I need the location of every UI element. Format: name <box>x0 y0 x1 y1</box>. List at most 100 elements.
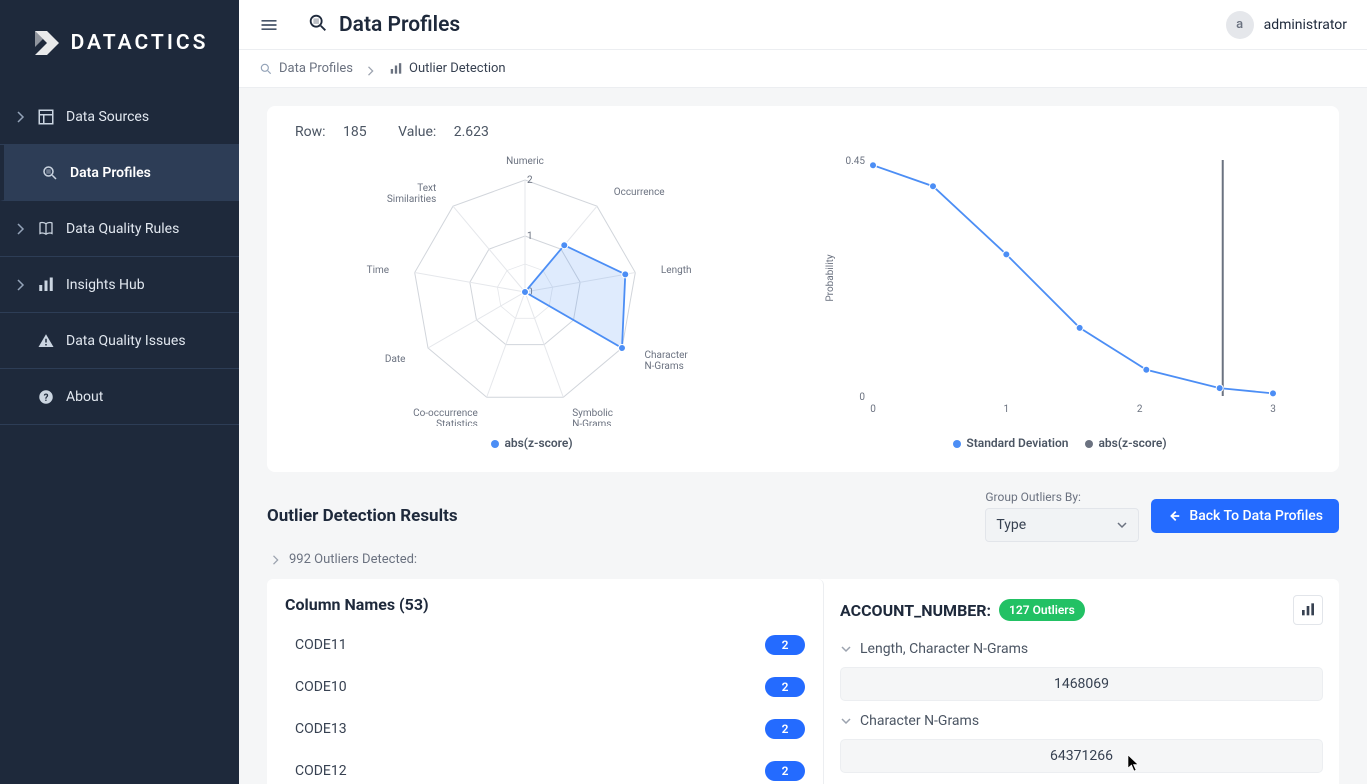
svg-text:N-Grams: N-Grams <box>645 361 684 372</box>
radar-chart: NumericOccurrenceLengthCharacterN-GramsS… <box>295 146 755 426</box>
svg-text:1: 1 <box>1004 404 1010 415</box>
detail-group-name: Length, Character N-Grams <box>860 641 1028 657</box>
brand-text: DATACTICS <box>71 31 209 55</box>
chevron-right-icon <box>14 111 28 123</box>
avatar[interactable]: a <box>1226 11 1254 39</box>
arrow-left-icon <box>1167 509 1181 523</box>
detail-group-toggle[interactable]: Length, Character N-Grams <box>840 641 1323 657</box>
column-name: CODE12 <box>295 763 347 779</box>
column-count-badge: 2 <box>765 635 805 655</box>
svg-text:Symbolic: Symbolic <box>572 408 613 419</box>
column-count-badge: 2 <box>765 677 805 697</box>
question-icon: ? <box>32 388 60 406</box>
topbar: Data Profiles a administrator <box>239 0 1367 50</box>
column-row[interactable]: CODE11 2 <box>267 624 823 666</box>
chevron-right-icon <box>271 555 281 565</box>
svg-text:Statistics: Statistics <box>436 419 478 426</box>
chevron-right-icon <box>367 65 375 73</box>
sidebar-item-label: Data Profiles <box>70 165 151 181</box>
column-names-title: Column Names (53) <box>267 595 823 624</box>
line-legend: Standard Deviation abs(z-score) <box>795 436 1311 450</box>
back-to-profiles-button[interactable]: Back To Data Profiles <box>1151 499 1339 533</box>
svg-text:Time: Time <box>367 265 389 276</box>
column-row[interactable]: CODE10 2 <box>267 666 823 708</box>
svg-text:Similarities: Similarities <box>387 194 436 205</box>
column-names-panel: Column Names (53) CODE112CODE102CODE132C… <box>267 579 824 784</box>
bars-icon <box>1300 602 1316 618</box>
breadcrumb-root[interactable]: Data Profiles <box>279 61 353 76</box>
results-title: Outlier Detection Results <box>267 506 458 526</box>
outlier-value[interactable]: 1468069 <box>840 667 1323 701</box>
bars-icon <box>32 276 60 294</box>
column-name: CODE13 <box>295 721 347 737</box>
svg-text:2: 2 <box>527 175 533 186</box>
group-by-label: Group Outliers By: <box>985 490 1139 504</box>
svg-text:0.45: 0.45 <box>846 156 866 167</box>
book-icon <box>32 220 60 238</box>
outliers-detected-toggle[interactable]: 992 Outliers Detected: <box>267 552 1339 567</box>
magnify-data-icon <box>36 164 64 182</box>
detail-column-title: ACCOUNT_NUMBER: <box>840 601 991 620</box>
svg-text:Co-occurrence: Co-occurrence <box>413 408 478 419</box>
sidebar-item-data-profiles[interactable]: Data Profiles <box>0 145 239 201</box>
page-title: Data Profiles <box>339 13 460 37</box>
logo: DATACTICS <box>0 0 239 85</box>
svg-text:1: 1 <box>527 231 533 242</box>
chevron-right-icon <box>14 223 28 235</box>
svg-text:Probability: Probability <box>825 254 836 302</box>
column-count-badge: 2 <box>765 719 805 739</box>
sidebar-item-label: Data Quality Rules <box>66 221 179 237</box>
chevron-down-icon <box>1116 519 1128 531</box>
sidebar-item-data-quality-issues[interactable]: Data Quality Issues <box>0 313 239 369</box>
chevron-down-icon <box>840 643 852 655</box>
sidebar-item-label: Data Quality Issues <box>66 333 186 349</box>
svg-text:0: 0 <box>870 404 876 415</box>
group-by-select[interactable]: Type <box>985 508 1139 542</box>
sidebar-item-data-quality-rules[interactable]: Data Quality Rules <box>0 201 239 257</box>
cursor-icon <box>1127 754 1141 772</box>
column-name: CODE11 <box>295 637 347 653</box>
sidebar: DATACTICS Data SourcesData ProfilesData … <box>0 0 239 784</box>
detail-chart-button[interactable] <box>1293 595 1323 625</box>
sidebar-item-data-sources[interactable]: Data Sources <box>0 89 239 145</box>
svg-text:Text: Text <box>417 183 436 194</box>
sidebar-nav: Data Sources Data Profiles Data Quality Ru… <box>0 85 239 784</box>
chevron-down-icon <box>840 715 852 727</box>
chart-icon <box>389 62 403 76</box>
outlier-count-badge: 127 Outliers <box>999 599 1085 621</box>
outlier-value[interactable]: 64371266 <box>840 739 1323 773</box>
layout-icon <box>32 108 60 126</box>
svg-text:?: ? <box>44 392 49 403</box>
svg-text:0: 0 <box>859 392 865 403</box>
warning-icon <box>32 332 60 350</box>
svg-text:Character: Character <box>645 350 689 361</box>
column-name: CODE10 <box>295 679 347 695</box>
chevron-right-icon <box>14 279 28 291</box>
radar-legend: abs(z-score) <box>295 436 755 450</box>
username: administrator <box>1264 17 1347 33</box>
detail-group-name: Character N-Grams <box>860 713 979 729</box>
column-row[interactable]: CODE13 2 <box>267 708 823 750</box>
menu-toggle-button[interactable] <box>259 15 279 35</box>
svg-text:N-Grams: N-Grams <box>572 419 611 426</box>
svg-text:Date: Date <box>385 354 406 365</box>
column-count-badge: 2 <box>765 761 805 781</box>
line-chart: Probability 0 0.45 0 1 2 3 <box>795 146 1311 426</box>
svg-text:Occurrence: Occurrence <box>614 187 665 198</box>
sidebar-item-label: Insights Hub <box>66 277 145 293</box>
detail-group-toggle[interactable]: Character N-Grams <box>840 713 1323 729</box>
breadcrumb-icon <box>259 62 273 76</box>
sidebar-item-insights-hub[interactable]: Insights Hub <box>0 257 239 313</box>
sidebar-item-about[interactable]: ? About <box>0 369 239 425</box>
row-value-readout: Row: 185 Value: 2.623 <box>295 124 1311 140</box>
column-row[interactable]: CODE12 2 <box>267 750 823 784</box>
svg-text:3: 3 <box>1270 404 1276 415</box>
svg-text:Numeric: Numeric <box>506 156 544 167</box>
sidebar-item-label: About <box>66 389 103 405</box>
breadcrumb-current: Outlier Detection <box>409 61 506 76</box>
page-icon <box>307 12 329 38</box>
svg-text:Length: Length <box>661 265 692 276</box>
breadcrumb: Data Profiles Outlier Detection <box>239 50 1367 88</box>
svg-text:2: 2 <box>1137 404 1143 415</box>
brand-icon <box>31 27 63 59</box>
